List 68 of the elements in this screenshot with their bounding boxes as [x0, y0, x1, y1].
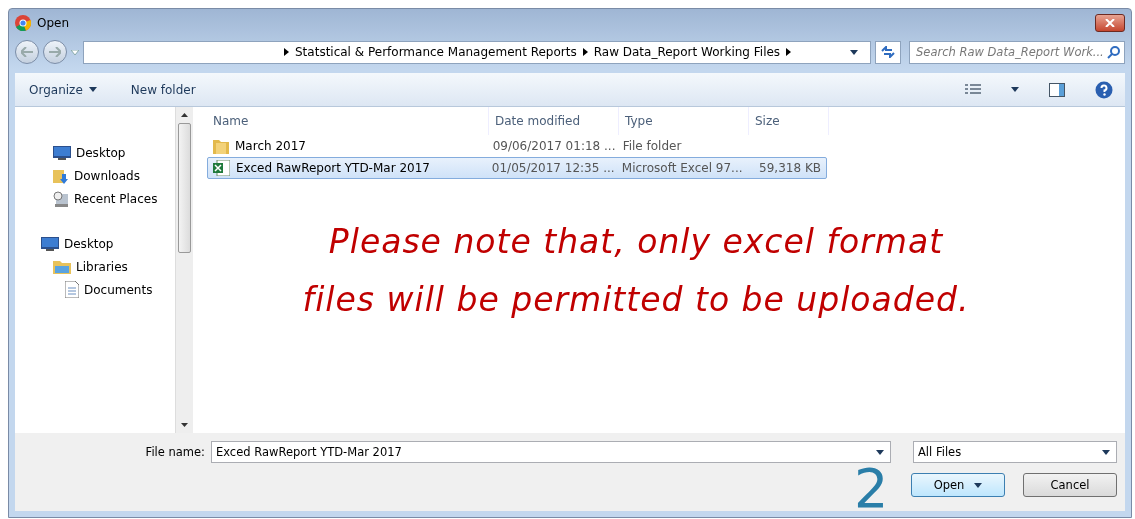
column-header[interactable]: Date modified [489, 107, 619, 135]
folder-icon [213, 138, 229, 154]
close-button[interactable] [1095, 14, 1125, 32]
breadcrumb[interactable]: Raw Data_Report Working Files [593, 45, 781, 59]
download-folder-icon [53, 167, 69, 184]
nav-item[interactable]: Desktop [53, 141, 175, 164]
step-number: 2 [854, 462, 889, 516]
view-list-icon[interactable] [965, 83, 981, 96]
dropdown-arrow-icon [71, 49, 79, 55]
file-type-dropdown[interactable]: All Files [913, 441, 1117, 463]
new-folder-button[interactable]: New folder [128, 80, 198, 99]
view-dropdown-icon [1011, 87, 1019, 92]
recent-places-icon [53, 190, 69, 207]
window-title: Open [37, 16, 71, 30]
breadcrumb[interactable]: Statstical & Performance Management Reports [295, 45, 577, 59]
dropdown-arrow-icon [1102, 449, 1110, 455]
type-cell: Microsoft Excel 97... [621, 161, 743, 175]
organize-button[interactable]: Organize [27, 80, 99, 99]
document-icon [65, 281, 79, 298]
column-header[interactable]: Name [207, 107, 489, 135]
caret-icon [88, 87, 97, 92]
search-field[interactable]: Search Raw Data_Report Work... [909, 40, 1125, 64]
notice-text: files will be permitted to be uploaded. [302, 279, 970, 321]
scroll-up-icon [180, 113, 188, 117]
open-button[interactable]: Open [911, 473, 1005, 497]
date-cell: 09/06/2017 01:18 ... [492, 139, 616, 153]
browser-logo-icon [15, 15, 31, 31]
notice-text: Please note that, only excel format [328, 221, 944, 263]
monitor-icon [53, 145, 71, 160]
search-icon [1107, 45, 1120, 59]
address-bar[interactable]: Statstical & Performance Management Reports Raw Data_Report Working Files [83, 40, 871, 64]
chevron-icon [582, 48, 588, 56]
nav-item[interactable]: Downloads [53, 164, 175, 187]
date-cell: 01/05/2017 12:35 ... [491, 161, 615, 175]
file-name: Exced RawReport YTD-Mar 2017 [236, 161, 430, 175]
dropdown-arrow-icon [850, 49, 858, 55]
refresh-button[interactable] [875, 40, 901, 64]
preview-pane-icon[interactable] [1049, 82, 1065, 97]
file-row[interactable]: Exced RawReport YTD-Mar 2017 01/05/2017 12:35 ... Microsoft Excel 97... 59,318 KB [207, 157, 827, 179]
library-folder-icon [53, 259, 71, 274]
chevron-icon [786, 48, 792, 56]
type-cell: File folder [622, 139, 682, 153]
scroll-down-icon [180, 423, 188, 427]
chevron-icon [284, 48, 289, 56]
help-icon[interactable] [1095, 80, 1113, 99]
column-header[interactable]: Size [749, 107, 829, 135]
nav-item[interactable]: Recent Places [53, 187, 175, 210]
spreadsheet-icon [213, 160, 230, 176]
file-name: March 2017 [235, 139, 306, 153]
nav-item[interactable]: Desktop [41, 232, 175, 255]
cancel-button[interactable]: Cancel [1023, 473, 1117, 497]
file-name-field[interactable]: Exced RawReport YTD-Mar 2017 [211, 441, 891, 463]
forward-button[interactable] [43, 40, 67, 64]
split-arrow-icon [974, 482, 983, 488]
monitor-icon [41, 236, 59, 251]
forward-arrow-icon [49, 47, 61, 57]
file-name-label: File name: [145, 445, 205, 459]
nav-item[interactable]: Documents [65, 278, 175, 301]
file-row[interactable]: March 2017 09/06/2017 01:18 ... File folder [207, 135, 827, 157]
dropdown-arrow-icon [876, 449, 884, 455]
back-button[interactable] [15, 40, 39, 64]
back-arrow-icon [21, 47, 33, 57]
refresh-arrows-icon [881, 46, 895, 58]
close-icon [1105, 19, 1115, 27]
nav-item[interactable]: Libraries [53, 255, 175, 278]
size-cell: 59,318 KB [759, 161, 821, 175]
scrollbar[interactable] [175, 107, 192, 433]
column-header[interactable]: Type [619, 107, 749, 135]
